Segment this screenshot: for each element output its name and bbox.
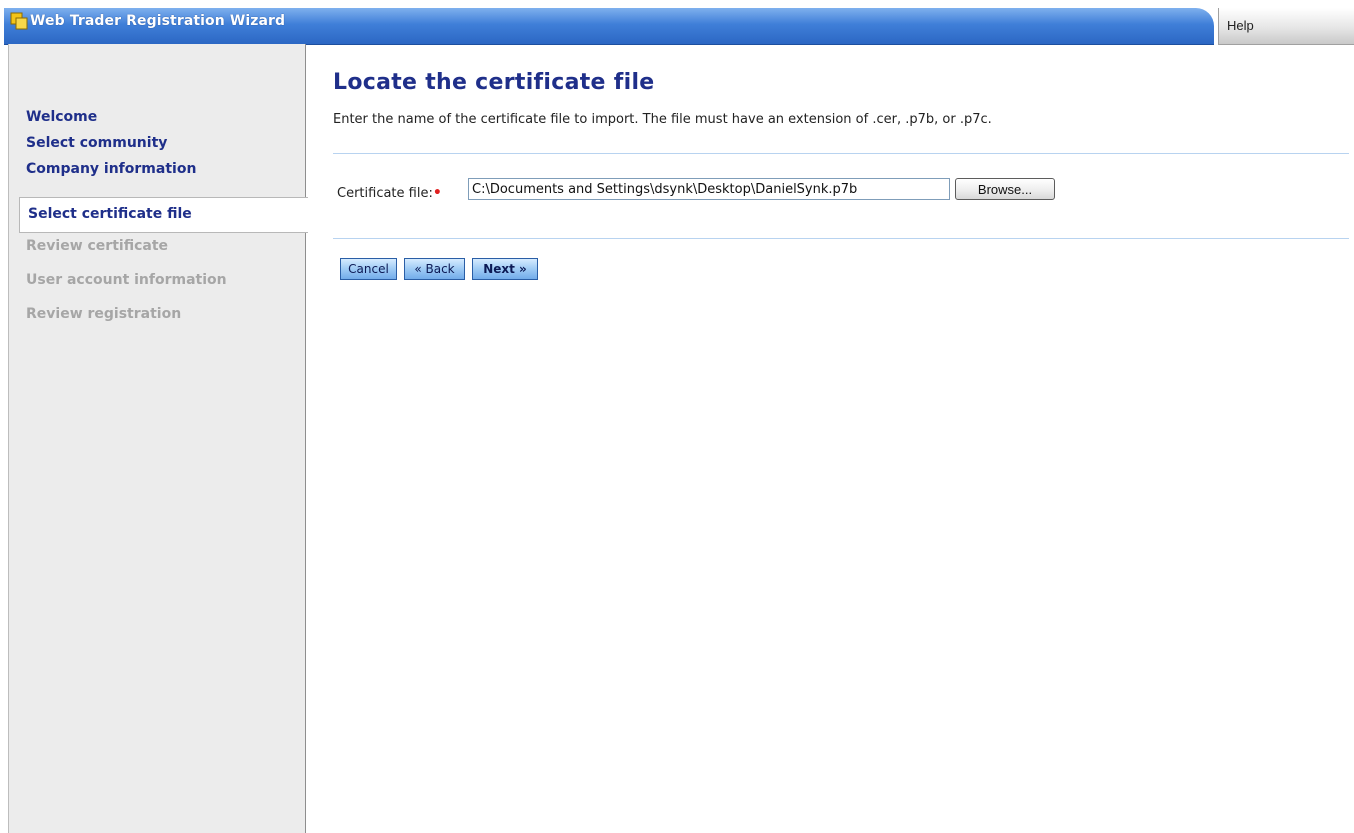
certificate-file-label: Certificate file:• [337, 185, 442, 201]
step-review-certificate: Review certificate [26, 238, 169, 254]
required-marker: • [432, 185, 442, 201]
step-welcome[interactable]: Welcome [26, 109, 97, 125]
title-bar: Web Trader Registration Wizard Help [0, 0, 1354, 45]
help-label: Help [1227, 18, 1254, 33]
divider-top [333, 153, 1349, 154]
step-select-community[interactable]: Select community [26, 135, 167, 151]
browse-button[interactable]: Browse... [955, 178, 1055, 200]
back-button[interactable]: « Back [404, 258, 465, 280]
certificate-file-input[interactable] [468, 178, 950, 200]
step-select-certificate-file: Select certificate file [28, 206, 192, 222]
instructions-text: Enter the name of the certificate file t… [333, 112, 992, 127]
window-title: Web Trader Registration Wizard [30, 13, 286, 29]
page-title: Locate the certificate file [333, 70, 655, 95]
step-current: Select certificate file [19, 197, 308, 233]
step-user-account-information: User account information [26, 272, 227, 288]
help-tab[interactable]: Help [1218, 8, 1354, 45]
divider-bottom [333, 238, 1349, 239]
app-icon [10, 12, 28, 30]
step-review-registration: Review registration [26, 306, 182, 322]
certificate-file-label-text: Certificate file: [337, 186, 433, 201]
next-button[interactable]: Next » [472, 258, 538, 280]
step-company-information[interactable]: Company information [26, 161, 196, 177]
cancel-button[interactable]: Cancel [340, 258, 397, 280]
wizard-steps-sidebar: Welcome Select community Company informa… [8, 44, 308, 833]
